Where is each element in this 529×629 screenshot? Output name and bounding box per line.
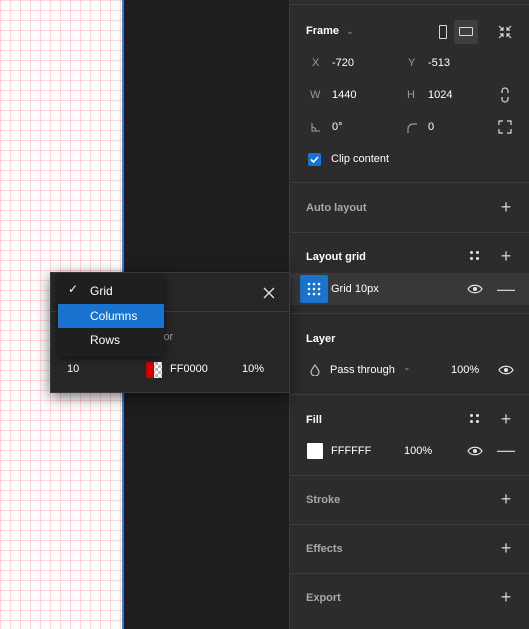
effects-section: Effects +: [290, 524, 529, 573]
fill-color-swatch[interactable]: [307, 443, 323, 459]
checkmark-icon: ✓: [68, 282, 79, 296]
independent-corners-icon[interactable]: [498, 120, 512, 134]
eye-icon[interactable]: [467, 283, 483, 295]
y-input[interactable]: -513: [428, 57, 450, 69]
clip-content-checkbox[interactable]: [308, 153, 321, 166]
effects-title: Effects: [306, 543, 343, 555]
portrait-orientation-button[interactable]: [432, 21, 454, 43]
grid-styles-icon[interactable]: [465, 246, 485, 266]
w-label: W: [310, 89, 321, 101]
clip-content-label[interactable]: Clip content: [331, 153, 389, 165]
height-input[interactable]: 1024: [428, 89, 452, 101]
link-icon: [501, 87, 509, 103]
fill-hex-input[interactable]: FFFFFF: [331, 445, 371, 457]
landscape-orientation-button[interactable]: [454, 20, 478, 44]
layout-grid-row[interactable]: Grid 10px —: [290, 273, 529, 305]
chevron-down-icon: ⌄: [346, 26, 354, 36]
rotation-input[interactable]: 0°: [332, 121, 343, 133]
frame-title: Frame: [306, 25, 340, 37]
add-layout-grid-button[interactable]: +: [496, 246, 516, 266]
remove-layout-grid-button[interactable]: —: [496, 280, 516, 300]
stroke-title: Stroke: [306, 494, 341, 506]
resize-to-fit-icon: [498, 25, 512, 39]
checkmark-icon: [310, 156, 319, 164]
add-export-button[interactable]: +: [496, 587, 516, 607]
fill-opacity-input[interactable]: 100%: [404, 445, 432, 457]
rotation-icon: [311, 123, 320, 132]
fill-title: Fill: [306, 414, 322, 426]
auto-layout-section: Auto layout +: [290, 182, 529, 232]
frame-section: Frame ⌄ X -720 Y -513 W 1440 H 1024 0° 0…: [290, 4, 529, 182]
add-auto-layout-button[interactable]: +: [496, 197, 516, 217]
eye-icon[interactable]: [467, 445, 483, 457]
y-label: Y: [408, 57, 416, 69]
layer-section: Layer Pass through ⌄ 100%: [290, 313, 529, 394]
menu-item-columns[interactable]: Columns: [58, 304, 164, 328]
close-popup-button[interactable]: [259, 283, 279, 303]
chevron-down-icon: ⌄: [403, 362, 411, 372]
layer-title: Layer: [306, 333, 336, 345]
width-input[interactable]: 1440: [332, 89, 356, 101]
menu-item-label: Columns: [90, 309, 138, 323]
layout-grid-label[interactable]: Grid 10px: [331, 283, 379, 295]
corner-radius-input[interactable]: 0: [428, 121, 434, 133]
constrain-proportions-button[interactable]: [498, 87, 512, 103]
layer-opacity-input[interactable]: 100%: [451, 364, 479, 376]
x-label: X: [312, 57, 320, 69]
fill-section: Fill + FFFFFF 100% —: [290, 394, 529, 475]
properties-panel: Frame ⌄ X -720 Y -513 W 1440 H 1024 0° 0…: [289, 0, 529, 629]
menu-item-label: Grid: [90, 284, 113, 298]
grid-color-hex-input[interactable]: FF0000: [170, 363, 208, 375]
add-effect-button[interactable]: +: [496, 538, 516, 558]
portrait-icon: [439, 25, 447, 39]
grid-settings-button[interactable]: [300, 275, 328, 303]
add-stroke-button[interactable]: +: [496, 489, 516, 509]
grid-color-opacity-input[interactable]: 10%: [242, 363, 264, 375]
grid-size-input[interactable]: 10: [67, 363, 79, 375]
frame-title-dropdown[interactable]: Frame ⌄: [306, 25, 354, 37]
layout-grid-section: Layout grid + Grid 10px —: [290, 232, 529, 313]
h-label: H: [407, 89, 415, 101]
add-fill-button[interactable]: +: [496, 409, 516, 429]
blend-mode-value: Pass through: [330, 364, 395, 376]
menu-item-grid[interactable]: ✓ Grid: [58, 279, 164, 303]
grid-icon: [307, 282, 321, 296]
fill-styles-icon[interactable]: [465, 409, 485, 429]
export-section: Export +: [290, 573, 529, 629]
auto-layout-title: Auto layout: [306, 202, 367, 214]
layout-grid-title: Layout grid: [306, 251, 366, 263]
collapse-to-content-button[interactable]: [494, 21, 516, 43]
remove-fill-button[interactable]: —: [496, 441, 516, 461]
menu-item-label: Rows: [90, 333, 121, 347]
landscape-icon: [459, 27, 473, 36]
close-icon: [263, 287, 275, 299]
blend-mode-select[interactable]: Pass through ⌄: [330, 362, 420, 378]
stroke-section: Stroke +: [290, 475, 529, 524]
menu-item-rows[interactable]: Rows: [58, 328, 164, 352]
export-title: Export: [306, 592, 341, 604]
grid-color-swatch[interactable]: [146, 362, 162, 378]
eye-icon[interactable]: [498, 364, 514, 376]
grid-type-dropdown-menu: ✓ Grid Columns Rows: [58, 275, 164, 356]
blend-mode-drop-icon: [310, 364, 320, 376]
x-input[interactable]: -720: [332, 57, 354, 69]
corner-radius-icon: [407, 123, 417, 133]
